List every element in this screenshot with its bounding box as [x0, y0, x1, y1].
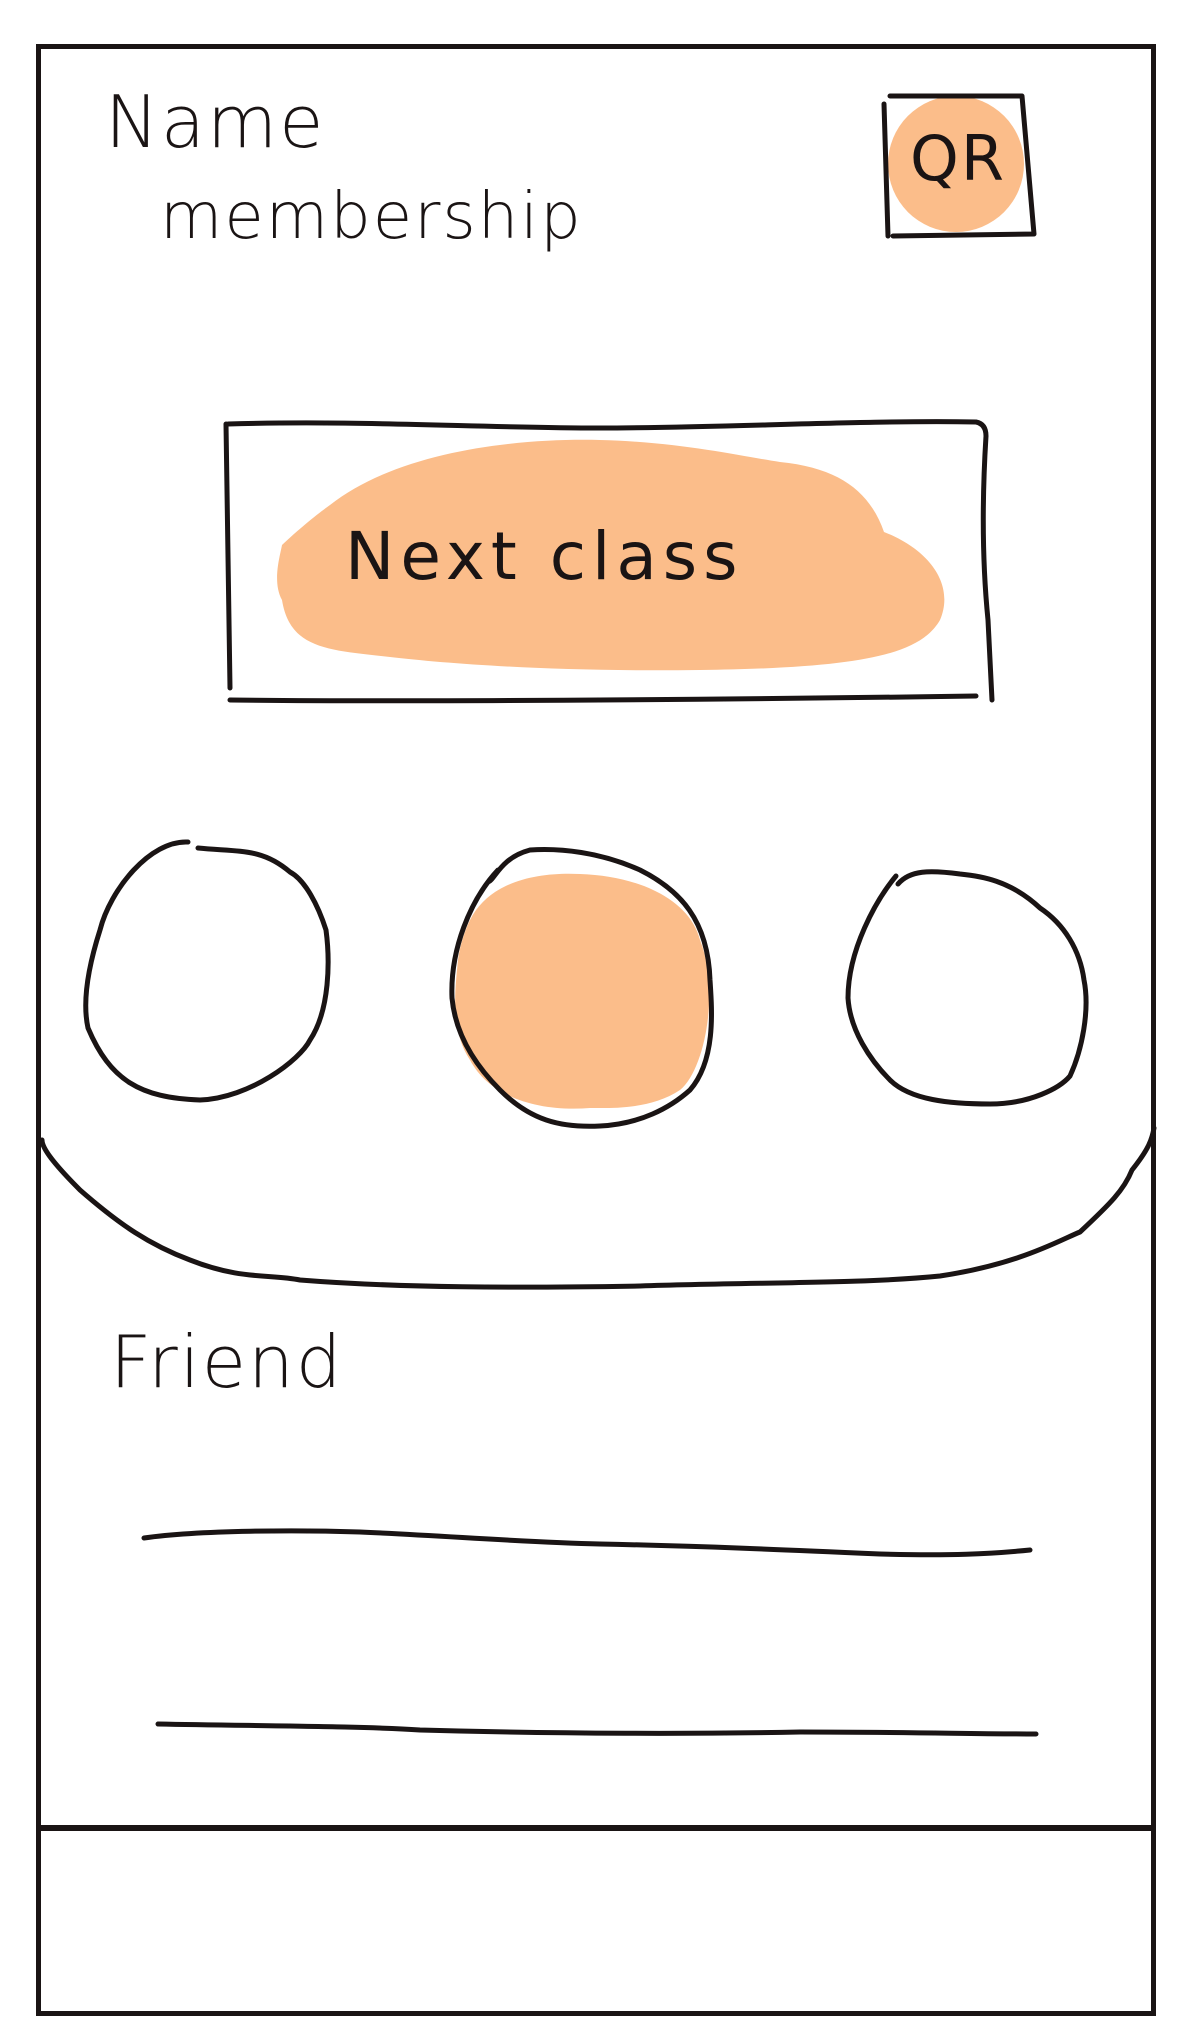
- next-class-card[interactable]: Next class: [215, 418, 990, 700]
- bottom-navigation-bar[interactable]: [40, 1830, 1152, 2012]
- membership-label: membership: [160, 180, 583, 254]
- friend-list-item[interactable]: [152, 1674, 1032, 1746]
- qr-code-button[interactable]: QR: [884, 94, 1032, 238]
- tab-button-2-selected[interactable]: [448, 838, 710, 1124]
- tab-button-3[interactable]: [840, 866, 1084, 1106]
- friend-section-title: Friend: [110, 1320, 344, 1404]
- user-name-label: Name: [105, 80, 326, 164]
- next-class-label: Next class: [345, 518, 744, 595]
- qr-code-icon: QR: [910, 122, 1006, 195]
- tab-button-1[interactable]: [84, 836, 328, 1098]
- friend-list-item[interactable]: [140, 1488, 1030, 1560]
